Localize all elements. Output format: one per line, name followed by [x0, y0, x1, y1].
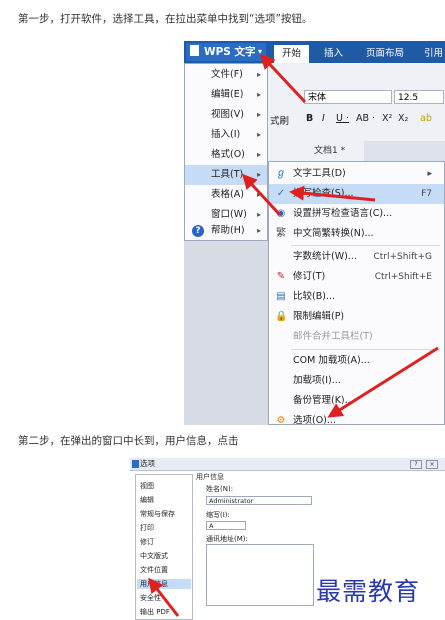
chevron-right-icon: ▸ [256, 90, 261, 99]
menu-item-addins[interactable]: 加载项(I)... [269, 371, 444, 391]
wps-logo-icon [190, 45, 199, 56]
category-list: 视图 编辑 常规与保存 打印 修订 中文版式 文件位置 用户信息 安全性 输出 … [135, 474, 193, 620]
chevron-right-icon: ▸ [256, 110, 261, 119]
initials-label: 缩写(I): [206, 511, 230, 519]
menu-item-tools[interactable]: 工具(T) ▸ [185, 165, 267, 185]
dialog-title: 选项 [140, 459, 155, 468]
italic-button[interactable]: I [322, 113, 325, 124]
chevron-right-icon: ▸ [256, 70, 261, 79]
menu-item-file[interactable]: 文件(F) ▸ [185, 65, 267, 85]
tools-submenu: ℊ 文字工具(D) ▸ ✓ 拼写检查(S)... F7 ◉ 设置拼写检查语言(C)... … [268, 161, 445, 425]
gear-icon: ⚙ [276, 415, 286, 425]
lock-icon: 🔒 [275, 311, 288, 322]
menu-item-com-addins[interactable]: COM 加载项(A)... [269, 351, 444, 371]
category-general-save[interactable]: 常规与保存 [140, 509, 175, 519]
group-title: 用户信息 [196, 473, 224, 481]
help-icon: ? [192, 225, 204, 237]
menu-item-mail-merge: 邮件合并工具栏(T) [293, 331, 373, 342]
wps-logo-icon [132, 460, 139, 468]
category-chinese-layout[interactable]: 中文版式 [140, 551, 168, 561]
menu-item-spell-check[interactable]: ✓ 拼写检查(S)... F7 [269, 184, 444, 204]
menu-item-restrict-edit[interactable]: 🔒 限制编辑(P) [269, 307, 444, 327]
superscript-button[interactable]: X² [382, 113, 392, 124]
wps-app-button[interactable]: WPS 文字 ▾ [186, 43, 266, 61]
name-label: 姓名(N): [206, 485, 234, 493]
document-tab[interactable]: 文档1 * [314, 143, 345, 156]
menu-item-text-tools[interactable]: ℊ 文字工具(D) ▸ [269, 164, 444, 184]
tab-home[interactable]: 开始 [274, 45, 310, 63]
menu-item-options[interactable]: ⚙ 选项(O)... [269, 411, 444, 425]
menu-item-view[interactable]: 视图(V) ▸ [185, 105, 267, 125]
menu-item-help[interactable]: ? 帮助(H) ▸ [185, 221, 267, 241]
category-user-info[interactable]: 用户信息 [137, 579, 191, 589]
wps-menu-screenshot: WPS 文字 ▾ 开始 插入 页面布局 引用 宋体 12.5 式刷 B I U ·… [184, 41, 445, 425]
dialog-title-bar: 选项 ? × [130, 458, 445, 471]
tab-page-layout[interactable]: 页面布局 [366, 45, 404, 63]
title-bar: WPS 文字 ▾ 开始 插入 页面布局 引用 [184, 41, 445, 63]
menu-separator [291, 245, 440, 246]
chevron-right-icon: ▸ [256, 150, 261, 159]
initials-field[interactable]: A [206, 521, 246, 530]
chevron-right-icon: ▸ [256, 170, 261, 179]
strikethrough-button[interactable]: AB · [356, 113, 375, 124]
chevron-right-icon: ▸ [256, 130, 261, 139]
category-print[interactable]: 打印 [140, 523, 154, 533]
menu-item-chinese-convert[interactable]: 繁中文简繁转换(N)... [269, 224, 444, 244]
category-security[interactable]: 安全性 [140, 593, 161, 603]
compare-icon: ▤ [276, 291, 286, 302]
name-field[interactable]: Administrator [206, 496, 312, 505]
menu-item-table[interactable]: 表格(A) ▸ [185, 185, 267, 205]
category-view[interactable]: 视图 [140, 481, 154, 491]
text-tools-icon: ℊ [276, 168, 286, 179]
menu-item-edit[interactable]: 编辑(E) ▸ [185, 85, 267, 105]
watermark: 最需教育 [316, 577, 421, 606]
address-field[interactable] [206, 544, 314, 606]
menu-item-spell-language[interactable]: ◉ 设置拼写检查语言(C)... [269, 204, 444, 224]
wps-app-label: WPS 文字 [204, 46, 256, 58]
chevron-down-icon: ▾ [257, 47, 262, 56]
step2-text: 第二步，在弹出的窗口中长到，用户信息，点击 [18, 435, 239, 447]
subscript-button[interactable]: X₂ [398, 113, 408, 124]
track-changes-icon: ✎ [276, 271, 286, 282]
menu-item-format[interactable]: 格式(O) ▸ [185, 145, 267, 165]
menu-item-backup[interactable]: 备份管理(K)... [269, 391, 444, 411]
close-icon[interactable]: × [426, 460, 438, 469]
menu-item-word-count[interactable]: 字数统计(W)... Ctrl+Shift+G [269, 247, 444, 267]
spell-check-icon: ✓ [276, 188, 286, 199]
menu-separator [291, 349, 440, 350]
category-file-location[interactable]: 文件位置 [140, 565, 168, 575]
category-revision[interactable]: 修订 [140, 537, 154, 547]
menu-item-insert[interactable]: 插入(I) ▸ [185, 125, 267, 145]
tab-insert[interactable]: 插入 [324, 45, 343, 63]
chevron-right-icon: ▸ [256, 226, 261, 235]
convert-icon: 繁 [276, 228, 286, 239]
font-size-select[interactable]: 12.5 [394, 90, 444, 104]
globe-icon: ◉ [276, 208, 286, 219]
underline-button[interactable]: U · [336, 113, 349, 124]
bold-button[interactable]: B [306, 113, 313, 124]
category-edit[interactable]: 编辑 [140, 495, 154, 505]
step1-text: 第一步，打开软件，选择工具，在拉出菜单中找到“选项”按钮。 [18, 13, 313, 25]
format-painter-button[interactable]: 式刷 [270, 113, 289, 127]
menu-item-compare[interactable]: ▤ 比较(B)... [269, 287, 444, 307]
address-label: 通讯地址(M): [206, 535, 248, 543]
font-name-select[interactable]: 宋体 [304, 90, 392, 104]
chevron-right-icon: ▸ [427, 169, 432, 179]
menu-item-track-changes[interactable]: ✎ 修订(T) Ctrl+Shift+E [269, 267, 444, 287]
tab-references[interactable]: 引用 [424, 45, 443, 63]
help-icon[interactable]: ? [410, 460, 422, 469]
app-menu: 文件(F) ▸ 编辑(E) ▸ 视图(V) ▸ 插入(I) ▸ 格式(O) ▸ 工具(T)… [184, 63, 268, 241]
chevron-right-icon: ▸ [256, 190, 261, 199]
category-export-pdf[interactable]: 输出 PDF [140, 607, 170, 617]
highlight-color-icon[interactable]: ab [420, 113, 432, 124]
